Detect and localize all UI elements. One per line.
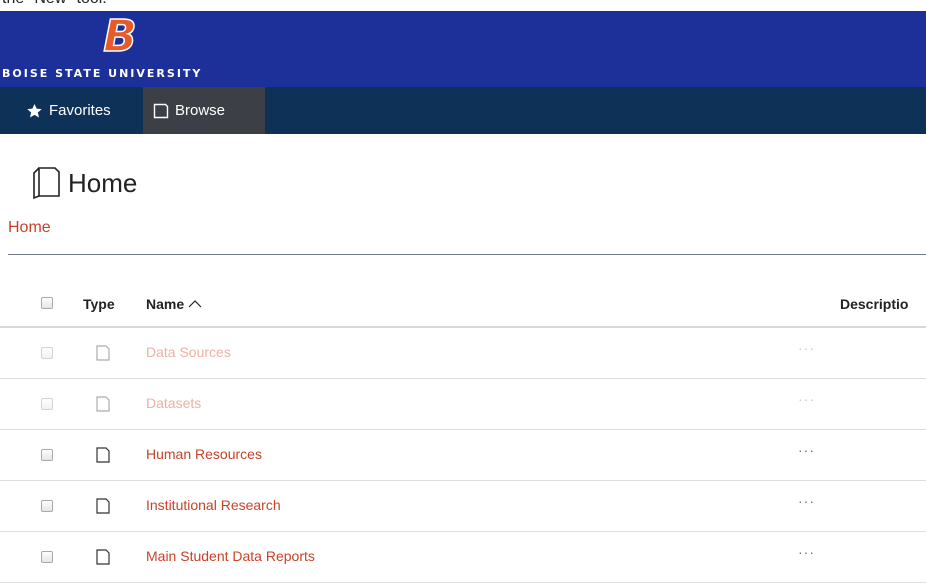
folder-icon: [96, 345, 110, 361]
caption-text: the "New" tool.: [2, 0, 107, 8]
folder-icon: [96, 396, 110, 412]
tab-browse-label: Browse: [175, 102, 226, 119]
more-options-button[interactable]: ···: [798, 340, 815, 356]
top-nav: Favorites Browse: [0, 87, 926, 134]
table-row[interactable]: Datasets ···: [0, 379, 926, 430]
folder-icon: [33, 167, 60, 200]
row-checkbox[interactable]: [41, 398, 53, 410]
table-row[interactable]: Data Sources ···: [0, 328, 926, 379]
table-header: Type Name Descriptio: [0, 282, 926, 328]
tab-favorites[interactable]: Favorites: [0, 87, 143, 134]
row-checkbox[interactable]: [41, 500, 53, 512]
brand-header: B BOISE STATE UNIVERSITY: [0, 11, 926, 87]
item-name-link[interactable]: Human Resources: [146, 446, 262, 462]
svg-text:B: B: [103, 13, 137, 57]
folder-icon: [96, 498, 110, 514]
table-row[interactable]: Human Resources ···: [0, 430, 926, 481]
item-name-link[interactable]: Data Sources: [146, 344, 231, 360]
university-logo: B: [102, 13, 137, 57]
table-row[interactable]: Institutional Research ···: [0, 481, 926, 532]
sort-ascending-icon: [188, 300, 202, 308]
folder-icon: [96, 447, 110, 463]
page-title-text: Home: [68, 167, 138, 198]
table-row[interactable]: Main Student Data Reports ···: [0, 532, 926, 583]
tab-favorites-label: Favorites: [49, 102, 111, 119]
column-header-name[interactable]: Name: [146, 296, 202, 312]
row-checkbox[interactable]: [41, 449, 53, 461]
column-header-description[interactable]: Descriptio: [840, 296, 908, 312]
more-options-button[interactable]: ···: [798, 391, 815, 407]
select-all-checkbox[interactable]: [41, 297, 53, 309]
item-name-link[interactable]: Institutional Research: [146, 497, 281, 513]
university-name: BOISE STATE UNIVERSITY: [2, 67, 203, 80]
column-header-type[interactable]: Type: [83, 296, 115, 312]
more-options-button[interactable]: ···: [798, 493, 815, 509]
row-checkbox[interactable]: [41, 551, 53, 563]
column-header-name-label: Name: [146, 296, 185, 312]
tab-browse[interactable]: Browse: [143, 87, 265, 134]
folder-icon: [96, 549, 110, 565]
divider: [8, 254, 926, 255]
breadcrumb-home[interactable]: Home: [8, 219, 51, 237]
folder-icon: [153, 103, 169, 118]
caption-strip: the "New" tool.: [0, 0, 926, 11]
star-icon: [27, 103, 42, 118]
more-options-button[interactable]: ···: [798, 544, 815, 560]
row-checkbox[interactable]: [41, 347, 53, 359]
item-name-link[interactable]: Datasets: [146, 395, 201, 411]
more-options-button[interactable]: ···: [798, 442, 815, 458]
page-title: Home: [32, 166, 137, 200]
item-name-link[interactable]: Main Student Data Reports: [146, 548, 315, 564]
